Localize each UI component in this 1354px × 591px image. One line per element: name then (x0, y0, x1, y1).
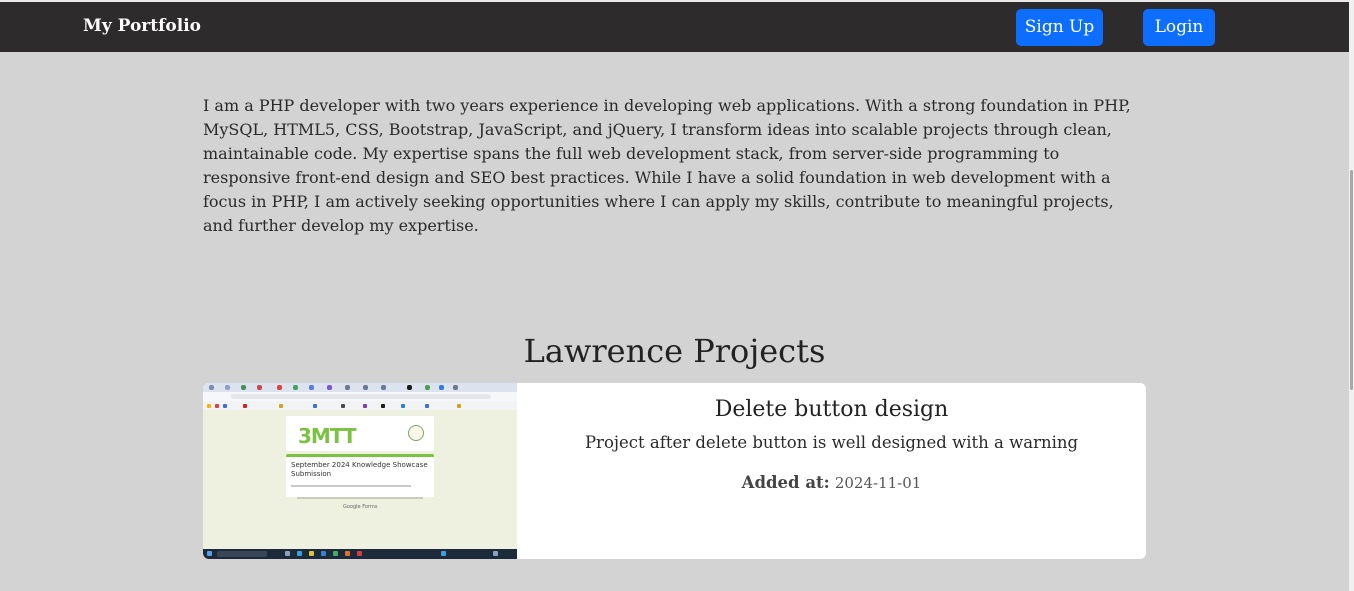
tab-favicon-icon (407, 385, 412, 390)
thumbnail-footer-text: Google Forms (343, 504, 378, 510)
tab-favicon-icon (363, 385, 368, 390)
taskbar-tray-icon (441, 551, 446, 556)
windows-start-icon (207, 551, 212, 556)
thumbnail-form-card: September 2024 Knowledge Showcase Submis… (286, 454, 434, 497)
taskbar-app-icon (321, 551, 326, 556)
about-paragraph: I am a PHP developer with two years expe… (203, 96, 1131, 235)
thumbnail-taskbar-search (217, 551, 267, 557)
project-thumbnail[interactable]: 3MTT September 2024 Knowledge Showcase S… (203, 383, 517, 559)
thumbnail-footer-line (297, 497, 423, 499)
tab-favicon-icon (241, 385, 246, 390)
taskbar-app-icon (309, 551, 314, 556)
bookmark-icon (401, 404, 405, 408)
scrollbar-thumb[interactable] (1350, 170, 1353, 390)
tab-favicon-icon (345, 385, 350, 390)
thumbnail-url-bar (231, 394, 491, 399)
tab-favicon-icon (225, 385, 230, 390)
project-title: Delete button design (714, 397, 949, 422)
tab-favicon-icon (453, 385, 458, 390)
login-button[interactable]: Login (1143, 9, 1215, 46)
brand-link[interactable]: My Portfolio (83, 16, 201, 36)
tab-favicon-icon (425, 385, 430, 390)
thumbnail-logo: 3MTT (298, 424, 357, 448)
bookmark-icon (215, 404, 219, 408)
tab-favicon-icon (309, 385, 314, 390)
project-card: 3MTT September 2024 Knowledge Showcase S… (203, 383, 1146, 559)
bookmark-icon (363, 404, 367, 408)
project-description: Project after delete button is well desi… (584, 433, 1079, 452)
tab-favicon-icon (209, 385, 214, 390)
bookmark-icon (425, 404, 429, 408)
bookmark-icon (457, 404, 461, 408)
navbar: My Portfolio Sign Up Login (0, 2, 1349, 52)
project-card-body: Delete button design Project after delet… (517, 383, 1146, 559)
taskbar-app-icon (297, 551, 302, 556)
added-at-label: Added at: (741, 473, 830, 492)
bookmark-icon (223, 404, 227, 408)
tab-favicon-icon (327, 385, 332, 390)
bookmark-icon (279, 404, 283, 408)
taskbar-app-icon (333, 551, 338, 556)
thumbnail-bookmarks-bar (203, 401, 517, 410)
tab-favicon-icon (257, 385, 262, 390)
tab-favicon-icon (439, 385, 444, 390)
thumbnail-form-line (291, 485, 411, 487)
tab-favicon-icon (293, 385, 298, 390)
taskbar-app-icon (357, 551, 362, 556)
bookmark-icon (207, 404, 211, 408)
seal-icon (408, 425, 424, 441)
thumbnail-header-card: 3MTT (286, 416, 434, 451)
bookmark-icon (243, 404, 247, 408)
signup-button[interactable]: Sign Up (1016, 9, 1103, 46)
taskbar-app-icon (285, 551, 290, 556)
added-at-value: 2024-11-01 (834, 474, 922, 492)
tab-favicon-icon (381, 385, 386, 390)
taskbar-app-icon (345, 551, 350, 556)
tab-favicon-icon (277, 385, 282, 390)
thumbnail-form-title: September 2024 Knowledge Showcase Submis… (291, 461, 428, 478)
bookmark-icon (341, 404, 345, 408)
bookmark-icon (313, 404, 317, 408)
project-added-date: Added at: 2024-11-01 (517, 473, 1146, 492)
projects-heading: Lawrence Projects (523, 332, 826, 370)
thumbnail-browser-tabs (203, 383, 517, 392)
taskbar-clock-icon (493, 551, 498, 556)
bookmark-icon (381, 404, 385, 408)
